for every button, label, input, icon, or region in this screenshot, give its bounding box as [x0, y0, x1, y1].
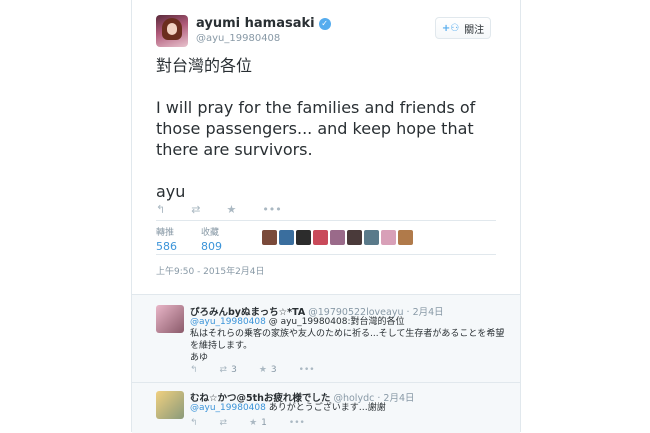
favorite-count: 1 [261, 418, 267, 428]
mention-link[interactable]: @ayu_19980408 [190, 403, 266, 413]
avatar[interactable] [156, 15, 188, 47]
favorites-stat[interactable]: 收藏 809 [201, 225, 222, 253]
reply-actions: ↰ ⇄ 3 ★ 3 ••• [190, 365, 315, 375]
retweets-count[interactable]: 586 [156, 240, 177, 253]
favorite-count: 3 [270, 365, 277, 375]
tweet-card: ayumi hamasaki ✓ @ayu_19980408 +⚇ 關注 對台灣… [131, 0, 521, 433]
divider [156, 254, 496, 255]
retweet-count: 3 [231, 365, 237, 375]
favoriter-avatar[interactable] [262, 230, 277, 245]
tweet-line-3: ayu [156, 182, 186, 201]
star-icon[interactable]: ★ 3 [259, 365, 277, 375]
favoriter-avatar[interactable] [330, 230, 345, 245]
reply-icon[interactable]: ↰ [190, 418, 198, 428]
divider [156, 220, 496, 221]
favorites-count[interactable]: 809 [201, 240, 222, 253]
tweet-timestamp[interactable]: 上午9:50 - 2015年2月4日 [156, 264, 265, 277]
favoriter-avatar[interactable] [398, 230, 413, 245]
tweet-stats: 轉推 586 收藏 809 [156, 225, 246, 253]
user-name-text[interactable]: ayumi hamasaki [196, 16, 315, 31]
reply-text-line: あゆ [190, 353, 209, 363]
verified-icon: ✓ [318, 17, 331, 30]
tweet-line-2: I will pray for the families and friends… [156, 98, 476, 159]
avatar-face [167, 23, 177, 35]
reply-icon[interactable]: ↰ [156, 203, 165, 216]
favorites-label: 收藏 [201, 228, 220, 238]
mention-link[interactable]: @ayu_19980408 [190, 317, 266, 327]
retweet-icon[interactable]: ⇄ 3 [220, 365, 237, 375]
avatar[interactable] [156, 305, 184, 333]
star-icon[interactable]: ★ 1 [249, 418, 267, 428]
reply-text: ありがとうございます…謝謝 [268, 403, 386, 413]
reply-text: @ ayu_19980408:對台灣的各位 [268, 317, 405, 327]
favoriter-avatar[interactable] [347, 230, 362, 245]
avatar[interactable] [156, 391, 184, 419]
tweet-actions: ↰ ⇄ ★ ••• [156, 203, 282, 216]
retweets-label: 轉推 [156, 228, 175, 238]
follow-button[interactable]: +⚇ 關注 [435, 17, 491, 39]
more-icon[interactable]: ••• [262, 203, 281, 216]
reply-item[interactable]: むね☆かつ@5thお疲れ様でした @holydc · 2月4日 @ayu_199… [132, 382, 520, 433]
tweet-line-1: 對台灣的各位 [156, 56, 253, 75]
user-handle[interactable]: @ayu_19980408 [196, 33, 280, 44]
reply-text-line: 私はそれらの乗客の家族や友人のために祈る...そして生存者があることを希望を維持… [190, 329, 505, 351]
reply-actions: ↰ ⇄ ★ 1 ••• [190, 418, 305, 428]
reply-body: @ayu_19980408 ありがとうございます…謝謝 [190, 402, 510, 414]
retweet-icon[interactable]: ⇄ [220, 418, 228, 428]
follow-label: 關注 [464, 24, 485, 36]
reply-icon[interactable]: ↰ [190, 365, 198, 375]
favoriter-avatar[interactable] [296, 230, 311, 245]
favoriter-avatar[interactable] [364, 230, 379, 245]
tweet-text: 對台灣的各位 I will pray for the families and … [156, 55, 506, 202]
user-name[interactable]: ayumi hamasaki ✓ [196, 16, 331, 31]
reply-body: @ayu_19980408 @ ayu_19980408:對台灣的各位 私はそれ… [190, 316, 510, 364]
favoriter-avatar[interactable] [279, 230, 294, 245]
favoriter-avatar[interactable] [313, 230, 328, 245]
star-icon[interactable]: ★ [226, 203, 236, 216]
retweets-stat[interactable]: 轉推 586 [156, 225, 177, 253]
favoriter-avatar[interactable] [381, 230, 396, 245]
more-icon[interactable]: ••• [299, 365, 315, 375]
more-icon[interactable]: ••• [289, 418, 305, 428]
favoriter-avatars [262, 230, 413, 245]
reply-item[interactable]: ぴろみんbyぬまっち☆*TA @19790522loveayu · 2月4日 @… [132, 294, 520, 383]
add-user-icon: +⚇ [441, 22, 460, 34]
retweet-icon[interactable]: ⇄ [191, 203, 200, 216]
